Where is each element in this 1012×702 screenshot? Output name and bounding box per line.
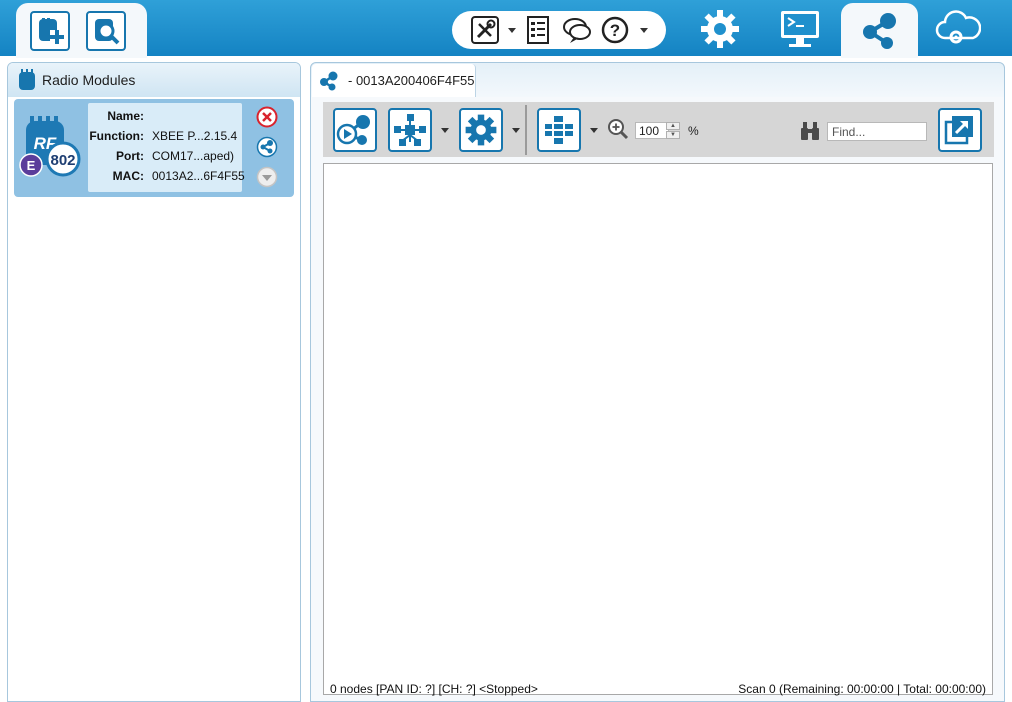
close-icon: [256, 106, 278, 128]
module-badge-802: 802: [50, 152, 75, 169]
remove-module-button[interactable]: [256, 106, 278, 128]
feedback-icon: [563, 18, 591, 43]
radio-modules-title: Radio Modules: [42, 72, 136, 88]
start-scan-icon: [336, 115, 370, 145]
radio-module-card[interactable]: RF 802 E Name: Function: XBEE P...2.15.4…: [14, 99, 294, 197]
external-window-icon: [944, 116, 973, 145]
module-mac-label: MAC:: [112, 169, 144, 183]
scan-settings-dropdown-caret[interactable]: [512, 128, 520, 133]
tools-dropdown-caret[interactable]: [508, 28, 516, 33]
network-mode-icon: [862, 12, 896, 49]
consoles-mode-tab[interactable]: [777, 6, 823, 52]
help-button[interactable]: ?: [600, 15, 630, 45]
help-icon: ?: [601, 16, 629, 44]
module-mac-row: MAC: 0013A2...6F4F55: [88, 169, 245, 187]
help-dropdown-caret[interactable]: [640, 28, 648, 33]
module-port-row: Port: COM17...aped): [88, 149, 242, 167]
module-function-value: XBEE P...2.15.4: [152, 129, 238, 143]
scan-status: Scan 0 (Remaining: 00:00:00 | Total: 00:…: [738, 682, 986, 696]
radio-module-icon: [19, 69, 35, 90]
discover-devices-button[interactable]: [86, 11, 126, 51]
network-panel: - 0013A200406F4F55 100 ▲ ▼ % Find... 0 n…: [310, 62, 1005, 702]
module-function-label: Function:: [89, 129, 144, 143]
start-scan-button[interactable]: [333, 108, 377, 152]
add-device-button[interactable]: [30, 11, 70, 51]
zoom-percent-label: %: [688, 124, 699, 138]
tools-button[interactable]: [470, 15, 500, 45]
network-tab[interactable]: - 0013A200406F4F55: [312, 64, 476, 97]
network-mode-tab[interactable]: [841, 3, 918, 58]
binoculars-icon: [801, 122, 819, 140]
xctu-profile-button[interactable]: [524, 15, 554, 45]
zoom-decrease-button[interactable]: ▼: [666, 131, 680, 139]
graph-view-dropdown-caret[interactable]: [441, 128, 449, 133]
gear-icon: [465, 114, 497, 146]
module-info-box: Name: Function: XBEE P...2.15.4 Port: CO…: [88, 103, 245, 192]
tools-icon: [471, 16, 499, 44]
module-badge-letter: E: [27, 158, 36, 173]
network-canvas[interactable]: 0 nodes [PAN ID: ?] [CH: ?] <Stopped> Sc…: [323, 163, 993, 696]
zoom-level-input[interactable]: 100: [635, 122, 669, 139]
network-tab-label: - 0013A200406F4F55: [348, 73, 475, 88]
main-toolbar: ?: [0, 0, 1012, 58]
chevron-down-icon: [256, 166, 278, 188]
module-port-value: COM17...aped): [152, 149, 235, 163]
module-name-label: Name:: [107, 109, 144, 123]
cloud-mode-icon: [935, 10, 981, 44]
graph-view-icon: [394, 114, 426, 146]
layout-button[interactable]: [537, 108, 581, 152]
add-device-icon: [39, 18, 64, 44]
graph-view-button[interactable]: [388, 108, 432, 152]
svg-text:?: ?: [610, 21, 620, 40]
grid-layout-icon: [545, 116, 573, 144]
feedback-button[interactable]: [562, 15, 592, 45]
open-in-window-button[interactable]: [938, 108, 982, 152]
radio-modules-panel: Radio Modules RF 802 E Name: Function: X…: [7, 62, 301, 702]
network-icon: [256, 136, 278, 158]
toolbar-separator: [525, 105, 527, 155]
scan-settings-button[interactable]: [459, 108, 503, 152]
module-mac-value: 0013A2...6F4F55: [152, 169, 245, 183]
configuration-mode-icon: [701, 10, 739, 48]
consoles-mode-icon: [781, 11, 819, 47]
zoom-increase-button[interactable]: ▲: [666, 122, 680, 130]
configuration-mode-tab[interactable]: [697, 6, 743, 52]
xctu-profile-icon: [527, 16, 549, 44]
layout-dropdown-caret[interactable]: [590, 128, 598, 133]
network-toolbar: 100 ▲ ▼ %: [323, 102, 994, 157]
expand-module-button[interactable]: [256, 166, 278, 188]
network-status-summary: 0 nodes [PAN ID: ?] [CH: ?] <Stopped>: [330, 682, 538, 696]
xbee-802-module-icon: RF 802 E: [19, 116, 81, 177]
radio-modules-header: Radio Modules: [8, 63, 300, 97]
discover-network-button[interactable]: [256, 136, 278, 158]
device-actions-area: [16, 3, 147, 58]
module-port-label: Port:: [116, 149, 144, 163]
cloud-mode-tab[interactable]: [935, 6, 981, 52]
network-tab-icon: [320, 71, 338, 90]
module-function-row: Function: XBEE P...2.15.4: [88, 129, 242, 147]
find-input[interactable]: [827, 122, 927, 141]
discover-devices-icon: [95, 19, 120, 45]
tools-group: ?: [452, 11, 666, 49]
module-name-row: Name:: [88, 109, 242, 127]
zoom-icon: [608, 119, 629, 140]
